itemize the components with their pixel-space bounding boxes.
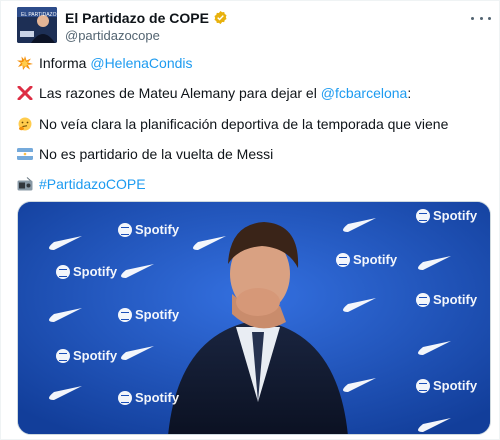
photo-mateu-alemany: [18, 202, 490, 434]
cross-mark-icon: [17, 85, 33, 101]
collision-emoji-icon: [17, 56, 33, 70]
thinking-face-icon: [17, 117, 33, 131]
spotify-watermark: Spotify: [56, 348, 117, 363]
svg-text:EL PARTIDAZO: EL PARTIDAZO: [21, 12, 57, 18]
spotify-watermark: Spotify: [118, 307, 179, 322]
hashtag-partidazocope-link[interactable]: #PartidazoCOPE: [39, 176, 146, 192]
author-avatar[interactable]: EL PARTIDAZO: [17, 7, 57, 43]
tweet-image[interactable]: Spotify Spotify Spotify Spotify Spotify …: [17, 201, 491, 435]
tweet-line-3-text: No veía clara la planificación deportiva…: [39, 116, 449, 132]
tweet-card: EL PARTIDAZO El Partidazo de COPE @parti…: [0, 0, 500, 440]
verified-badge-icon: [214, 10, 227, 25]
author-handle[interactable]: @partidazocope: [65, 28, 160, 43]
tweet-line-5: #PartidazoCOPE: [17, 176, 146, 192]
argentina-flag-icon: [17, 147, 33, 161]
tweet-line-1: Informa @HelenaCondis: [17, 55, 193, 71]
tweet-line-3: No veía clara la planificación deportiva…: [17, 116, 448, 132]
tweet-line-4: No es partidario de la vuelta de Messi: [17, 146, 273, 162]
tweet-line-2-suffix: :: [407, 85, 412, 101]
mention-helenacondis-link[interactable]: @HelenaCondis: [90, 55, 192, 71]
tweet-line-4-text: No es partidario de la vuelta de Messi: [39, 146, 274, 162]
author-name[interactable]: El Partidazo de COPE: [65, 10, 228, 26]
spotify-watermark: Spotify: [416, 208, 477, 223]
tweet-line-2: Las razones de Mateu Alemany para dejar …: [17, 85, 411, 101]
tweet-line-2-text: Las razones de Mateu Alemany para dejar …: [39, 85, 321, 101]
spotify-watermark: Spotify: [118, 222, 179, 237]
spotify-watermark: Spotify: [416, 292, 477, 307]
more-options-icon[interactable]: [471, 11, 491, 25]
spotify-watermark: Spotify: [416, 378, 477, 393]
spotify-watermark: Spotify: [118, 390, 179, 405]
mention-fcbarcelona-link[interactable]: @fcbarcelona: [321, 85, 408, 101]
tweet-line-1-text: Informa: [39, 55, 91, 71]
spotify-watermark: Spotify: [336, 252, 397, 267]
radio-icon: [17, 177, 33, 191]
spotify-watermark: Spotify: [56, 264, 117, 279]
